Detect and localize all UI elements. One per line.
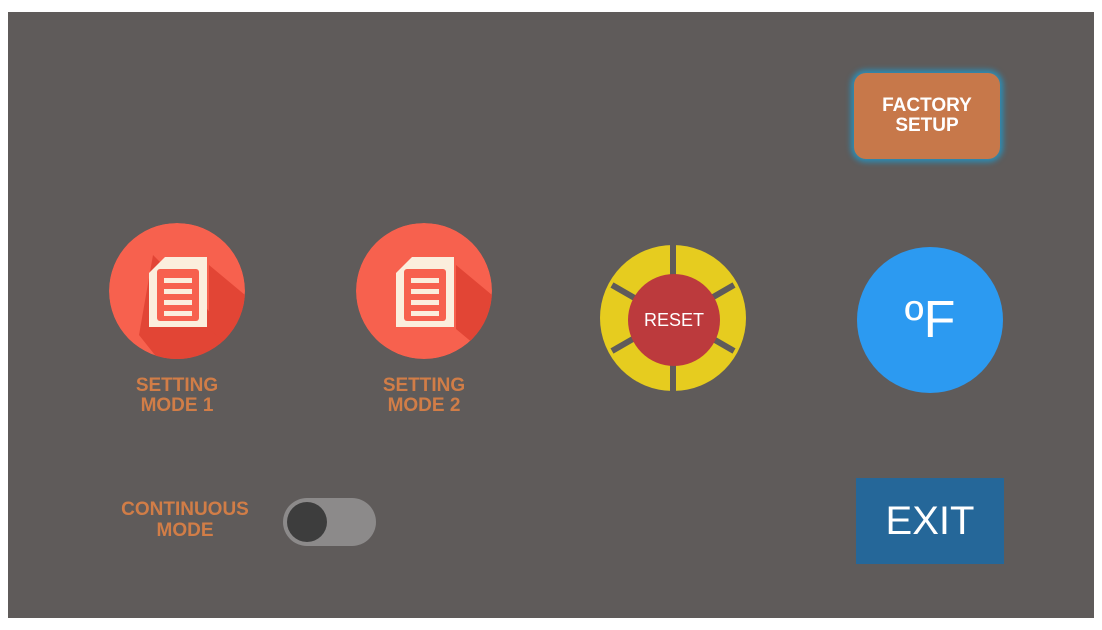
factory-setup-button[interactable]: FACTORY SETUP <box>854 73 1000 159</box>
setting-mode-2-line2: MODE 2 <box>387 395 461 416</box>
factory-setup-label-line2: SETUP <box>895 115 959 136</box>
reset-button[interactable]: RESET <box>628 274 720 366</box>
factory-setup-label-line1: FACTORY <box>882 95 972 116</box>
setting-mode-2-line1: SETTING <box>382 375 466 396</box>
setting-mode-1-line1: SETTING <box>135 375 219 396</box>
document-icon <box>356 223 492 359</box>
setting-mode-1-button[interactable] <box>109 223 245 359</box>
temperature-unit-button[interactable]: ºF <box>857 247 1003 393</box>
document-icon <box>109 223 245 359</box>
temperature-unit-label: ºF <box>904 291 956 349</box>
setting-mode-2-label: SETTING MODE 2 <box>344 376 504 416</box>
setting-mode-1-line2: MODE 1 <box>140 395 214 416</box>
exit-button[interactable]: EXIT <box>856 478 1004 564</box>
toggle-knob <box>287 502 327 542</box>
continuous-mode-line1: CONTINUOUS <box>121 499 249 520</box>
continuous-mode-label: CONTINUOUS MODE <box>100 499 270 541</box>
reset-label: RESET <box>643 309 704 330</box>
setting-mode-1-label: SETTING MODE 1 <box>97 376 257 416</box>
continuous-mode-toggle[interactable] <box>283 498 376 546</box>
continuous-mode-line2: MODE <box>156 520 214 541</box>
exit-label: EXIT <box>885 498 975 543</box>
setting-mode-2-button[interactable] <box>356 223 492 359</box>
